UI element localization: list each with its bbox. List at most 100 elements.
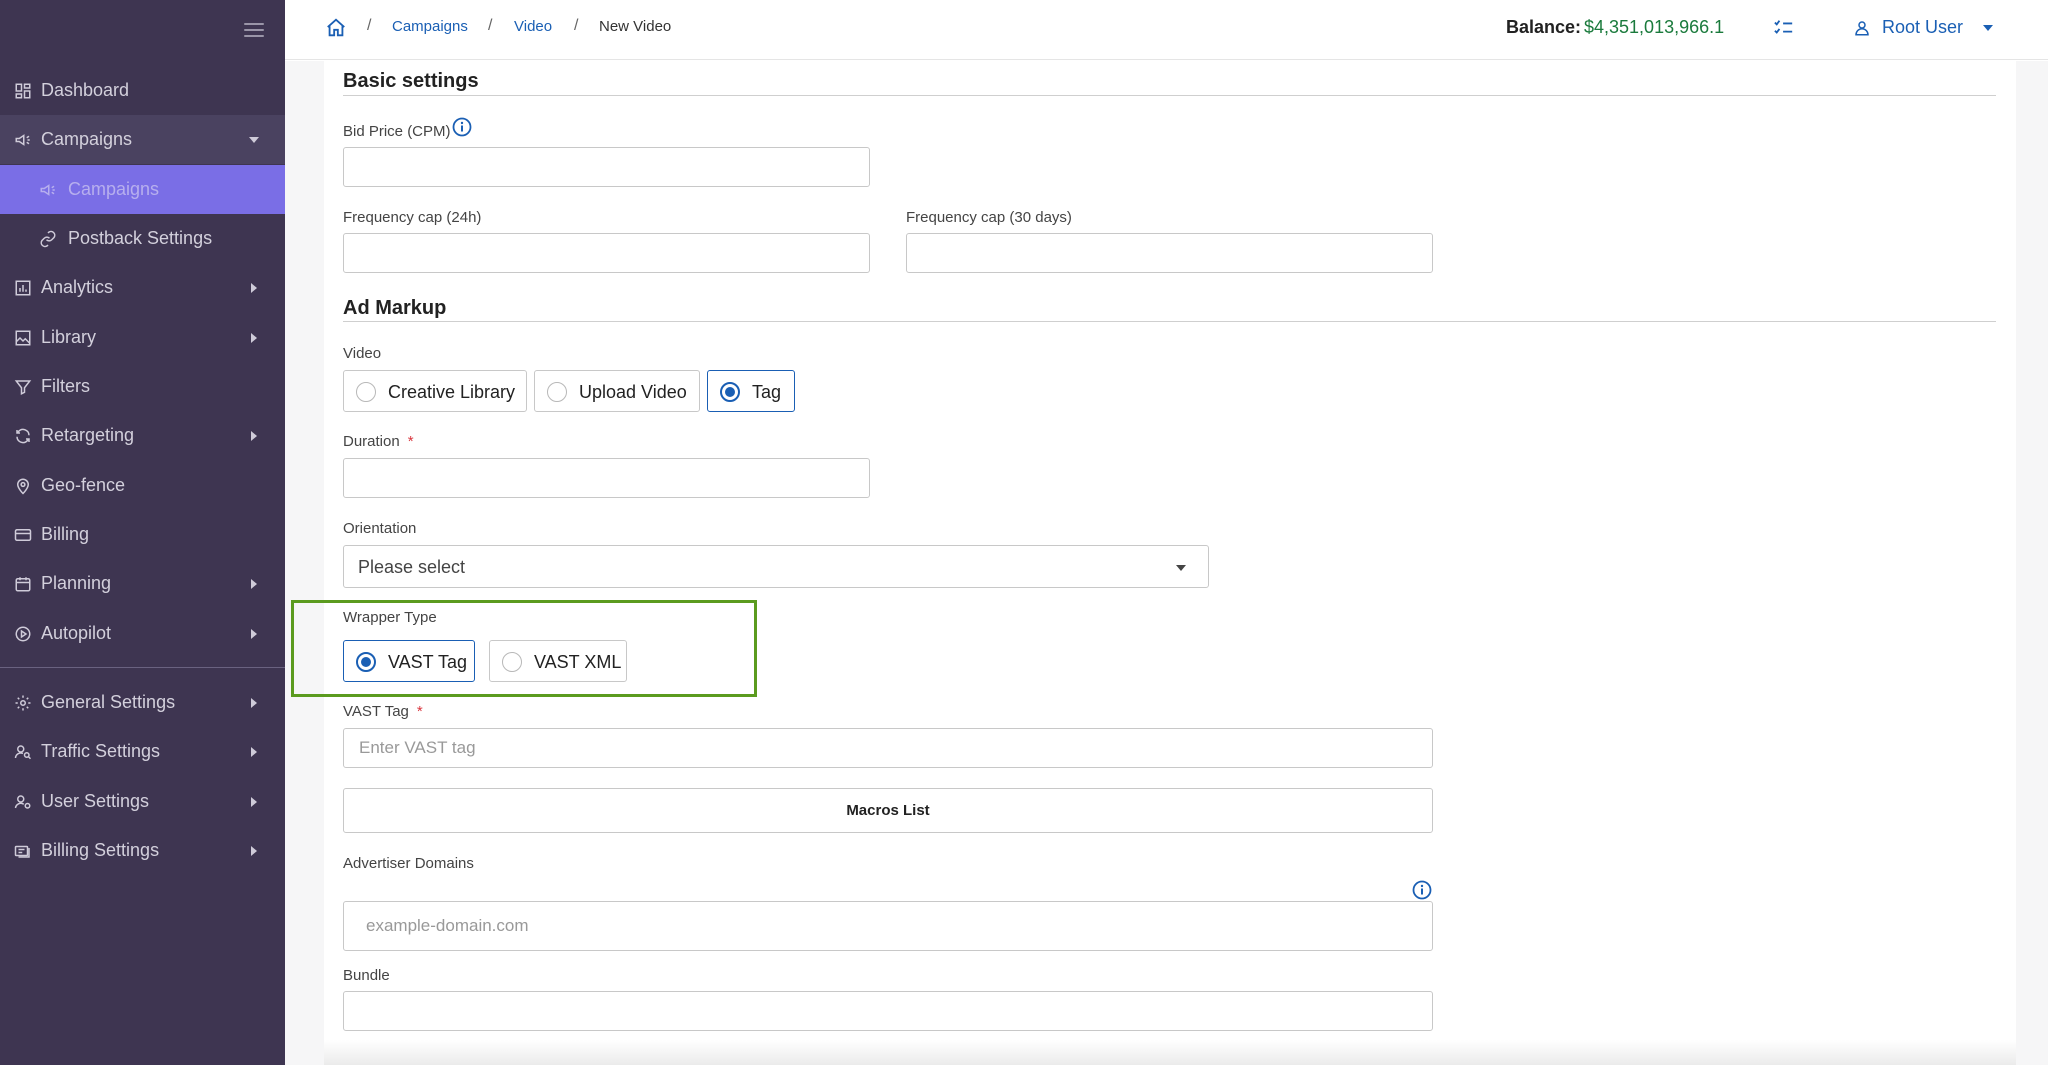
radio-label: VAST XML xyxy=(534,652,622,672)
video-option-creative-library[interactable]: Creative Library xyxy=(343,370,527,412)
sidebar-item-label: Library xyxy=(41,327,97,347)
checklist-icon[interactable] xyxy=(1773,18,1795,38)
menu-toggle-icon[interactable] xyxy=(244,23,264,37)
calendar-icon xyxy=(12,573,34,595)
bar-chart-icon xyxy=(12,277,34,299)
sidebar-item-label: Retargeting xyxy=(41,425,135,445)
wrapper-option-vast-tag[interactable]: VAST Tag xyxy=(343,640,475,682)
user-menu[interactable]: Root User xyxy=(1882,17,1963,38)
advertiser-domains-input[interactable]: example-domain.com xyxy=(343,901,1433,951)
sidebar-item-analytics[interactable]: Analytics xyxy=(0,263,285,312)
section-divider xyxy=(343,321,1996,322)
user-search-icon xyxy=(12,741,34,763)
scroll-shadow xyxy=(324,1040,2016,1065)
sidebar-item-campaigns[interactable]: Campaigns xyxy=(0,115,285,164)
sidebar-item-label: User Settings xyxy=(41,791,150,811)
sidebar-divider xyxy=(0,667,285,668)
breadcrumb-campaigns[interactable]: Campaigns xyxy=(392,18,468,35)
dashboard-icon xyxy=(12,80,34,102)
sidebar-item-label: Campaigns xyxy=(41,129,133,149)
sidebar-item-label: Geo-fence xyxy=(41,475,126,495)
chevron-right-icon xyxy=(251,746,257,757)
megaphone-icon xyxy=(37,179,59,201)
sidebar-item-label: Dashboard xyxy=(41,80,130,100)
video-option-upload-video[interactable]: Upload Video xyxy=(534,370,700,412)
sidebar-subitem-postback-settings[interactable]: Postback Settings xyxy=(0,214,285,263)
breadcrumb-video[interactable]: Video xyxy=(514,18,552,35)
vast-tag-placeholder: Enter VAST tag xyxy=(359,738,476,757)
play-circle-icon xyxy=(12,623,34,645)
sidebar-item-label: Postback Settings xyxy=(68,228,213,248)
megaphone-icon xyxy=(12,129,34,151)
sidebar-item-label: Billing Settings xyxy=(41,840,160,860)
radio-selected-icon xyxy=(720,382,740,402)
sidebar-item-billing-settings[interactable]: Billing Settings xyxy=(0,826,285,875)
chevron-down-icon xyxy=(249,136,259,143)
section-title-ad-markup: Ad Markup xyxy=(343,297,447,319)
video-label: Video xyxy=(343,345,382,362)
sidebar-item-user-settings[interactable]: User Settings xyxy=(0,777,285,826)
orientation-value: Please select xyxy=(358,557,466,577)
sidebar-item-general-settings[interactable]: General Settings xyxy=(0,678,285,727)
gear-icon xyxy=(12,692,34,714)
sidebar-item-dashboard[interactable]: Dashboard xyxy=(0,66,285,115)
user-icon xyxy=(1853,19,1871,37)
vast-tag-label-text: VAST Tag xyxy=(343,703,409,720)
sidebar-item-label: General Settings xyxy=(41,692,176,712)
sidebar-item-retargeting[interactable]: Retargeting xyxy=(0,411,285,460)
freq-cap-30d-label: Frequency cap (30 days) xyxy=(906,209,1072,226)
map-pin-icon xyxy=(12,475,34,497)
topbar: / Campaigns / Video / New Video Balance:… xyxy=(285,0,2048,60)
bundle-input[interactable] xyxy=(343,991,1433,1031)
radio-icon xyxy=(356,382,376,402)
macros-list-button[interactable]: Macros List xyxy=(343,788,1433,833)
sidebar: Dashboard Campaigns Campaigns Postback S… xyxy=(0,0,285,1065)
vast-tag-label: VAST Tag * xyxy=(343,703,423,720)
sidebar-item-label: Traffic Settings xyxy=(41,741,161,761)
bid-price-input[interactable] xyxy=(343,147,870,187)
bundle-label: Bundle xyxy=(343,967,390,984)
radio-label: Creative Library xyxy=(388,382,516,402)
sidebar-item-billing[interactable]: Billing xyxy=(0,510,285,559)
sidebar-subitem-campaigns[interactable]: Campaigns xyxy=(0,165,285,214)
advertiser-domains-placeholder: example-domain.com xyxy=(366,916,529,935)
radio-label: VAST Tag xyxy=(388,652,468,672)
wrapper-type-label: Wrapper Type xyxy=(343,609,437,626)
sidebar-item-library[interactable]: Library xyxy=(0,313,285,362)
sidebar-item-filters[interactable]: Filters xyxy=(0,362,285,411)
chevron-right-icon xyxy=(251,796,257,807)
radio-label: Tag xyxy=(752,382,782,402)
filter-icon xyxy=(12,376,34,398)
orientation-select[interactable]: Please select xyxy=(343,545,1209,588)
sidebar-item-traffic-settings[interactable]: Traffic Settings xyxy=(0,727,285,776)
chevron-right-icon xyxy=(251,282,257,293)
radio-label: Upload Video xyxy=(579,382,687,402)
breadcrumb-separator: / xyxy=(574,17,579,34)
chevron-right-icon xyxy=(251,628,257,639)
sidebar-item-autopilot[interactable]: Autopilot xyxy=(0,609,285,658)
freq-cap-30d-input[interactable] xyxy=(906,233,1433,273)
sidebar-item-label: Filters xyxy=(41,376,90,396)
chevron-down-icon[interactable] xyxy=(1983,25,1993,31)
duration-label: Duration * xyxy=(343,433,414,450)
breadcrumb-new-video: New Video xyxy=(599,18,672,35)
freq-cap-24h-input[interactable] xyxy=(343,233,870,273)
info-icon[interactable] xyxy=(452,117,472,137)
orientation-label: Orientation xyxy=(343,520,417,537)
advertiser-domains-label: Advertiser Domains xyxy=(343,855,474,872)
breadcrumb-separator: / xyxy=(488,17,493,34)
duration-input[interactable] xyxy=(343,458,870,498)
vast-tag-input[interactable]: Enter VAST tag xyxy=(343,728,1433,768)
home-icon[interactable] xyxy=(325,17,347,39)
info-icon[interactable] xyxy=(1412,880,1432,900)
sidebar-item-planning[interactable]: Planning xyxy=(0,559,285,608)
credit-card-icon xyxy=(12,524,34,546)
sidebar-item-label: Campaigns xyxy=(68,179,160,199)
link-icon xyxy=(37,228,59,250)
wrapper-option-vast-xml[interactable]: VAST XML xyxy=(489,640,627,682)
sidebar-item-geo-fence[interactable]: Geo-fence xyxy=(0,461,285,510)
chevron-right-icon xyxy=(251,332,257,343)
sidebar-item-label: Analytics xyxy=(41,277,114,297)
video-option-tag[interactable]: Tag xyxy=(707,370,795,412)
billing-icon xyxy=(12,840,34,862)
